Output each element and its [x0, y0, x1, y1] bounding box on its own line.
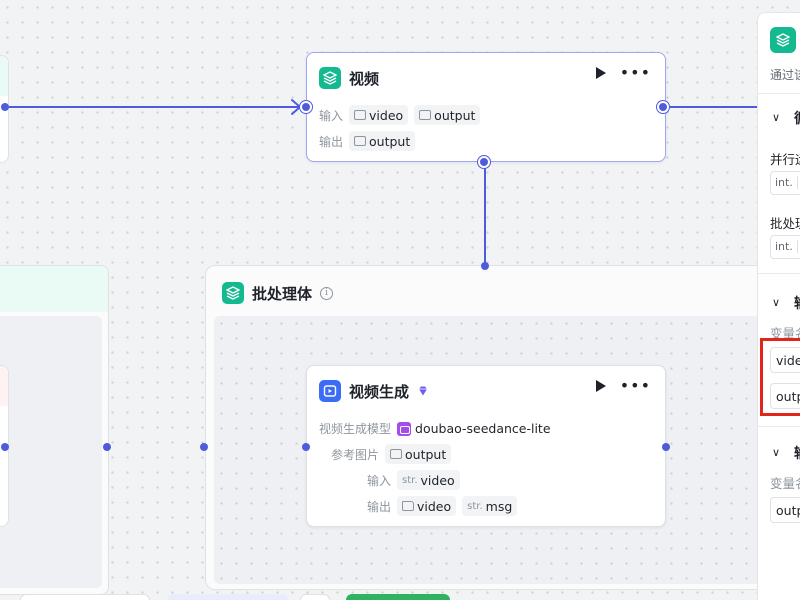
node-title: 视频: [349, 69, 380, 88]
model-value[interactable]: doubao-seedance-lite: [397, 421, 551, 436]
node-header-band: [0, 366, 8, 406]
group-title: 批处理体: [252, 284, 313, 303]
chevron-down-icon[interactable]: ∨: [772, 296, 780, 309]
section-title-output[interactable]: 输: [794, 443, 800, 463]
input-label: 输入: [366, 473, 391, 488]
output-port[interactable]: [662, 443, 670, 451]
divider: [758, 93, 800, 94]
output-handle-right[interactable]: [657, 101, 669, 113]
variable-name-label: 变量名: [770, 476, 800, 491]
chevron-down-icon[interactable]: ∨: [772, 446, 780, 459]
connection-port[interactable]: [1, 103, 9, 111]
toolbar-segment[interactable]: [300, 594, 330, 600]
folder-icon: [402, 501, 414, 511]
video-type-icon: [354, 110, 367, 120]
diamond-badge-icon: [419, 386, 428, 396]
input-port[interactable]: [302, 443, 310, 451]
input-tag-video: video: [349, 105, 409, 125]
input-handle-left[interactable]: [300, 101, 312, 113]
variable-input-3[interactable]: outp: [770, 497, 800, 523]
video-type-icon: [419, 110, 432, 120]
parallel-input[interactable]: int.: [770, 171, 800, 195]
toolbar-segment[interactable]: [168, 594, 288, 600]
video-type-icon: [354, 136, 367, 146]
node-header-band: [0, 56, 8, 96]
output-handle-bottom[interactable]: [478, 156, 490, 168]
play-icon[interactable]: [595, 67, 606, 79]
info-icon[interactable]: i: [320, 286, 334, 300]
toolbar-segment[interactable]: [20, 594, 150, 600]
output-tag-video: video: [397, 496, 457, 516]
connection-port[interactable]: [103, 443, 111, 451]
highlight-box: [760, 338, 800, 416]
section-title-loop[interactable]: 循: [794, 108, 800, 128]
model-icon: [397, 421, 412, 436]
partial-group-left[interactable]: [0, 265, 109, 595]
node-title: 视频生成: [349, 382, 410, 401]
video-generation-node[interactable]: 视频生成 ••• 视频生成模型 doubao-seedance-lite 参考图…: [306, 365, 666, 527]
more-icon[interactable]: •••: [620, 378, 651, 394]
image-type-icon: [390, 449, 402, 459]
properties-panel: 通过该 ∨ 循 并行运 int. 批处理 int. ∨ 输 变量名 vide o…: [757, 12, 800, 600]
reference-image-label: 参考图片: [330, 447, 379, 462]
video-node[interactable]: 视频 ••• 输入 video output 输出 output: [306, 52, 666, 162]
play-icon[interactable]: [595, 380, 606, 392]
group-header-band: [0, 266, 108, 312]
reference-image-tag: output: [385, 444, 452, 464]
batch-label: 批处理: [770, 216, 800, 231]
panel-description: 通过该: [770, 68, 800, 82]
group-inner-port[interactable]: [200, 443, 208, 451]
layers-icon: [770, 27, 796, 53]
parallel-label: 并行运: [770, 152, 800, 167]
section-title-input[interactable]: 输: [794, 293, 800, 313]
input-tag-video: str. video: [397, 470, 460, 490]
group-inner-area: [0, 316, 102, 588]
output-label: 输出: [319, 134, 344, 149]
divider: [758, 426, 800, 427]
output-tag-output: output: [349, 131, 416, 151]
connection-port[interactable]: [1, 443, 9, 451]
group-input-port[interactable]: [481, 262, 489, 270]
run-button[interactable]: [346, 594, 450, 600]
input-tag-output: output: [414, 105, 481, 125]
divider: [758, 273, 800, 274]
more-icon[interactable]: •••: [620, 65, 651, 81]
model-label: 视频生成模型: [319, 422, 392, 436]
output-tag-msg: str. msg: [462, 496, 518, 516]
video-generation-icon: [319, 380, 341, 402]
batch-input[interactable]: int.: [770, 235, 800, 259]
input-label: 输入: [319, 108, 344, 123]
layers-icon: [319, 67, 341, 89]
layers-icon: [222, 282, 244, 304]
chevron-down-icon[interactable]: ∨: [772, 111, 780, 124]
output-label: 输出: [366, 499, 391, 514]
